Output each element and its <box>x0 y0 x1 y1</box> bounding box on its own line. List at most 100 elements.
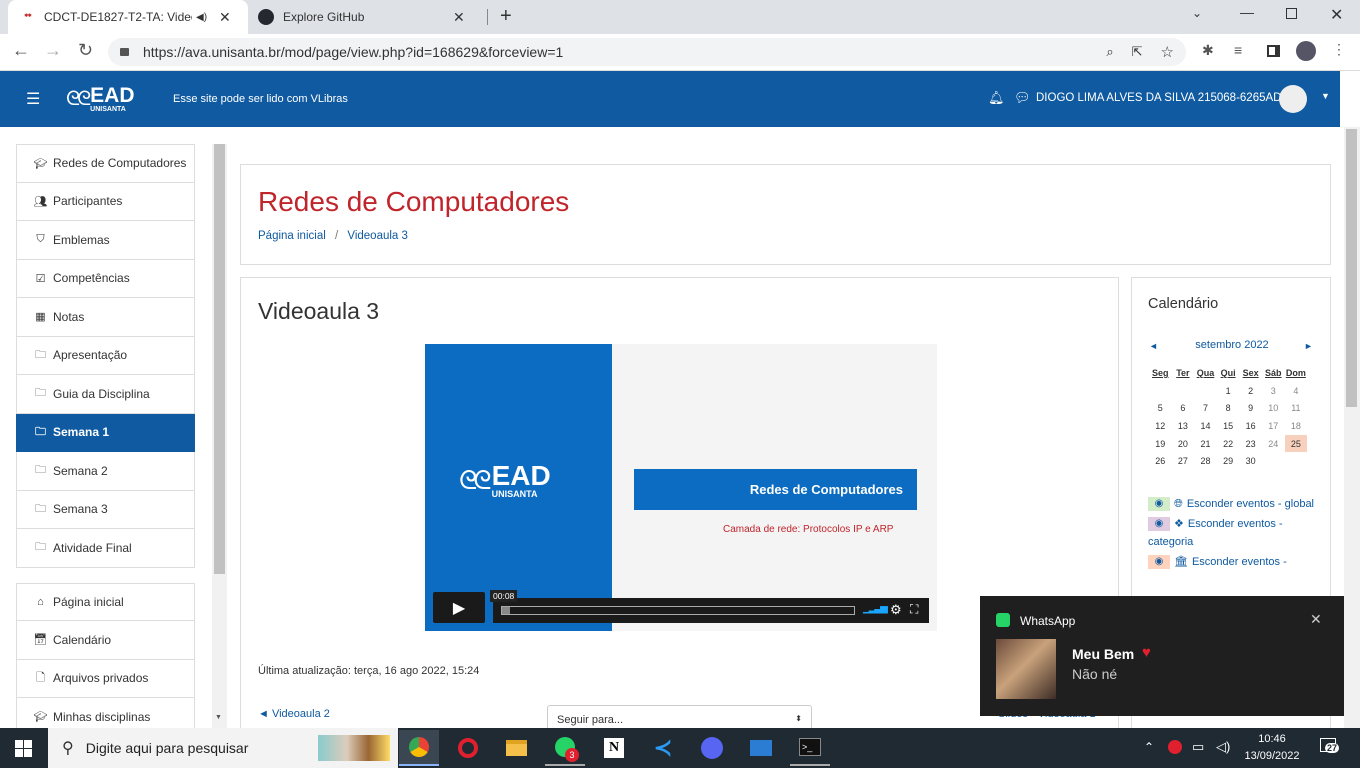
calendar-day[interactable]: 28 <box>1194 452 1217 470</box>
tab-active[interactable]: ᕯ CDCT-DE1827-T2-TA: Videoa ◀) ✕ <box>8 0 248 34</box>
calendar-day[interactable]: 20 <box>1172 435 1195 453</box>
calendar-day[interactable]: 4 <box>1285 382 1308 400</box>
file-explorer-taskbar-icon[interactable] <box>496 730 536 766</box>
calendar-filter[interactable]: ◉ ❖ Esconder eventos - categoria <box>1148 515 1323 551</box>
calendar-day[interactable]: 1 <box>1217 382 1240 400</box>
calendar-day[interactable]: 13 <box>1172 417 1195 435</box>
seek-bar[interactable] <box>501 606 855 615</box>
sidebar-item[interactable]: ⛉ Emblemas <box>16 221 195 260</box>
calendar-day[interactable]: 27 <box>1172 452 1195 470</box>
calendar-day[interactable]: 18 <box>1285 417 1308 435</box>
sidebar-item[interactable]: ☑ Competências <box>16 259 195 298</box>
menu-kebab-icon[interactable]: ⋮ <box>1332 41 1346 58</box>
calendar-day[interactable]: 16 <box>1239 417 1262 435</box>
sidebar-item[interactable]: 🗋 Arquivos privados <box>16 659 195 698</box>
calendar-day[interactable]: 14 <box>1194 417 1217 435</box>
volume-icon[interactable]: ▁▂▃▅ <box>863 603 888 614</box>
tab-close-icon[interactable]: ✕ <box>219 9 231 26</box>
next-month-icon[interactable]: ► <box>1304 341 1313 351</box>
tab-github[interactable]: Explore GitHub ✕ <box>250 0 488 34</box>
calendar-day[interactable]: 2 <box>1239 382 1262 400</box>
page-scrollbar[interactable] <box>1344 127 1360 728</box>
play-button[interactable]: ▶ <box>433 592 485 623</box>
profile-avatar[interactable] <box>1296 41 1316 61</box>
sidebar-item[interactable]: 🗀 Semana 2 <box>16 452 195 491</box>
extensions-icon[interactable]: ✱ <box>1202 42 1214 59</box>
discord-taskbar-icon[interactable] <box>692 730 732 766</box>
calendar-day[interactable]: 23 <box>1239 435 1262 453</box>
speaker-icon[interactable]: ◀) <box>196 12 207 23</box>
tab-close-icon[interactable]: ✕ <box>453 9 465 26</box>
calendar-day[interactable]: 26 <box>1149 452 1172 470</box>
notification-center-icon[interactable]: 27 <box>1318 738 1342 758</box>
user-name[interactable]: DIOGO LIMA ALVES DA SILVA 215068-6265ADS <box>1036 92 1289 104</box>
fullscreen-icon[interactable]: ⛶ <box>910 602 918 617</box>
calendar-day[interactable]: 11 <box>1285 400 1308 418</box>
sidebar-item[interactable]: 🗀 Semana 1 <box>16 413 195 452</box>
calendar-day[interactable]: 5 <box>1149 400 1172 418</box>
calendar-day[interactable]: 6 <box>1172 400 1195 418</box>
side-panel-icon[interactable] <box>1267 45 1280 57</box>
minimize-icon[interactable]: — <box>1240 4 1254 20</box>
terminal-taskbar-icon[interactable]: >_ <box>790 730 830 766</box>
calendar-day[interactable]: 24 <box>1262 435 1285 453</box>
sidebar-item[interactable]: 👥︎ Participantes <box>16 182 195 221</box>
tray-app-icon[interactable] <box>1168 740 1182 754</box>
sidebar-item[interactable]: 🗀 Atividade Final <box>16 529 195 568</box>
reload-icon[interactable]: ↻ <box>78 40 93 61</box>
calendar-day[interactable]: 25 <box>1284 434 1308 453</box>
calendar-day[interactable]: 12 <box>1149 417 1172 435</box>
calendar-day[interactable]: 19 <box>1149 435 1172 453</box>
site-logo[interactable]: ᘓᘓ EAD UNISANTA <box>66 80 135 118</box>
video-player[interactable]: ᘓᘓ EAD UNISANTA Redes de Computadores Ca… <box>425 344 937 631</box>
breadcrumb-home[interactable]: Página inicial <box>258 230 326 242</box>
calendar-day[interactable]: 17 <box>1262 417 1285 435</box>
bookmark-star-icon[interactable]: ☆ <box>1161 43 1174 61</box>
calendar-day[interactable]: 15 <box>1217 417 1240 435</box>
calendar-day[interactable]: 21 <box>1194 435 1217 453</box>
notion-taskbar-icon[interactable]: N <box>594 730 634 766</box>
sidebar-item[interactable]: ▦ Notas <box>16 298 195 337</box>
tab-search-icon[interactable]: ⌄ <box>1192 6 1202 20</box>
forward-icon[interactable]: → <box>44 40 62 61</box>
calendar-filter[interactable]: ◉ 🌐︎ Esconder eventos - global <box>1148 495 1323 513</box>
taskbar-clock[interactable]: 10:46 13/09/2022 <box>1240 731 1304 765</box>
tray-chevron-icon[interactable]: ⌃ <box>1144 740 1154 754</box>
calendar-day[interactable]: 8 <box>1217 400 1240 418</box>
back-icon[interactable]: ← <box>12 40 30 61</box>
sidebar-item[interactable]: ⌂ Página inicial <box>16 582 195 621</box>
network-icon[interactable]: ▭ <box>1192 739 1204 755</box>
sidebar-item[interactable]: 🗀 Guia da Disciplina <box>16 375 195 414</box>
scrollbar-thumb[interactable] <box>1346 129 1357 407</box>
calendar-day[interactable]: 7 <box>1194 400 1217 418</box>
window-close-icon[interactable]: ✕ <box>1330 5 1343 25</box>
drawer-scrollbar[interactable]: ▲ ▼ <box>212 144 227 728</box>
opera-taskbar-icon[interactable] <box>448 730 488 766</box>
user-menu-caret-icon[interactable]: ▼ <box>1321 91 1330 101</box>
sidebar-item[interactable]: 🗀 Apresentação <box>16 336 195 375</box>
vscode-taskbar-icon[interactable]: ≺ <box>643 730 683 766</box>
calendar-day[interactable]: 29 <box>1217 452 1240 470</box>
toast-close-icon[interactable]: ✕ <box>1310 611 1322 628</box>
zoom-icon[interactable]: ⌕ <box>1106 44 1113 60</box>
chrome-taskbar-icon[interactable] <box>399 730 439 766</box>
calendar-day[interactable]: 30 <box>1239 452 1262 470</box>
restore-icon[interactable] <box>1286 8 1297 19</box>
calendar-month[interactable]: setembro 2022 <box>1132 339 1332 351</box>
settings-gear-icon[interactable]: ⚙ <box>890 602 902 618</box>
drawer-scrollbar-thumb[interactable] <box>214 144 225 574</box>
prev-activity-link[interactable]: ◄ Videoaula 2 <box>258 708 330 720</box>
media-control-icon[interactable]: ≡ <box>1234 42 1242 58</box>
sidebar-item[interactable]: 🎓︎ Redes de Computadores <box>16 144 195 183</box>
volume-tray-icon[interactable]: ◁) <box>1216 739 1230 755</box>
share-icon[interactable]: ⇱ <box>1132 44 1143 60</box>
calendar-day[interactable]: 22 <box>1217 435 1240 453</box>
whatsapp-toast[interactable]: WhatsApp ✕ Meu Bem ♥ Não né <box>980 596 1344 716</box>
whatsapp-taskbar-icon[interactable]: 3 <box>545 730 585 766</box>
address-bar[interactable]: https://ava.unisanta.br/mod/page/view.ph… <box>108 38 1186 66</box>
chat-icon[interactable]: 💬︎ <box>1014 90 1031 106</box>
breadcrumb-current[interactable]: Videoaula 3 <box>347 230 408 242</box>
taskbar-search[interactable]: ⚲ Digite aqui para pesquisar <box>48 728 398 768</box>
sidebar-item[interactable]: 🗀 Semana 3 <box>16 490 195 529</box>
user-avatar[interactable] <box>1279 85 1307 113</box>
